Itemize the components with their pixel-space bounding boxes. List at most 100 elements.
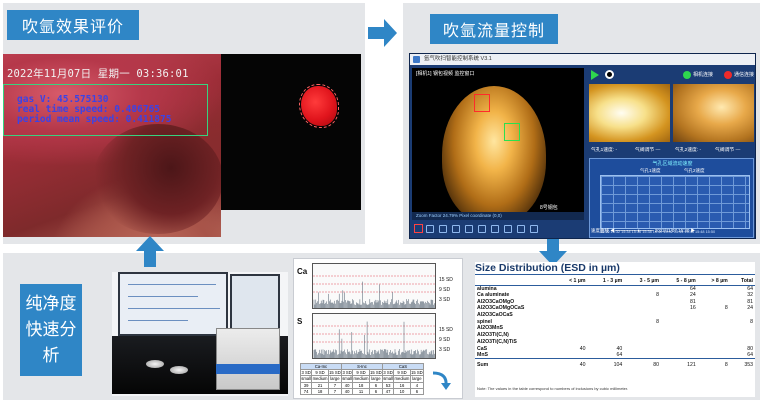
app-icon: [413, 56, 420, 63]
ca-spectrum-plot: [312, 263, 436, 309]
camera-shadow: [93, 124, 221, 234]
spectra-cell: large: [327, 375, 342, 383]
plug2-speed-field: 气孔2速度: -: [675, 148, 702, 153]
size-column-header: 5 - 8 µm: [661, 278, 698, 286]
size-column-header: 3 - 5 µm: [624, 278, 662, 286]
s-spectrum-plot: [312, 313, 436, 359]
inclusion-count-cell: [661, 339, 698, 346]
inclusion-count-cell: [555, 339, 587, 346]
bubble-detection-view: [221, 54, 361, 210]
steel-sample: [170, 366, 188, 374]
table-row: Al2O3MnS: [475, 325, 755, 332]
plug1-region-box: [474, 94, 490, 112]
inclusion-count-cell: 24: [747, 305, 753, 312]
size-column-header: > 8 µm: [697, 278, 730, 286]
table-row: Al2O3CaOMgO 81 81: [475, 298, 755, 305]
camera-status-label: 相机连接: [693, 72, 714, 78]
select-tool-button[interactable]: [530, 225, 538, 233]
valve1-adjust-field[interactable]: 气阀调节 —: [635, 146, 660, 153]
monitor-trace: [128, 308, 220, 309]
spark-spectra-figure: Ca 15 SD 9 SD 3 SD S 15 SD 9 SD 3 SD Ca-…: [293, 258, 463, 399]
monitor-trace: [128, 296, 198, 297]
inclusion-count-cell: [555, 285, 587, 292]
plug2-closeup: [673, 84, 754, 142]
inclusion-count-cell: 8: [656, 318, 660, 325]
video-caption: [相机1] 钢包视频 监控窗口: [416, 71, 475, 77]
zoom-in-button[interactable]: [426, 225, 434, 233]
inclusion-type-cell: alumina: [477, 285, 497, 292]
record-icon[interactable]: [605, 70, 614, 79]
inclusion-count-cell: 8: [656, 292, 660, 299]
table-row: Al2O3Ti(C,N)TiS: [475, 339, 755, 346]
table-row: Al2O3CaOCaS: [475, 312, 755, 319]
fit-view-button[interactable]: [504, 225, 512, 233]
ladle-video-view[interactable]: [相机1] 钢包视频 监控窗口 8号钢包: [412, 68, 584, 218]
inclusion-type-cell: CaS: [477, 345, 488, 352]
spectra-cell: 6: [409, 387, 425, 395]
spectra-cell: 74: [299, 387, 313, 395]
inclusion-count-cell: [587, 332, 624, 339]
inclusion-count-cell: [661, 325, 698, 332]
table-row: Ca aluminate 8 24 32: [475, 292, 755, 299]
table-row: CaS 40 40 80: [475, 345, 755, 352]
inclusion-count-cell: 64: [747, 351, 753, 358]
table-row: alumina 64 64: [475, 285, 755, 292]
s-spectrum-trace: [313, 321, 435, 358]
analysis-monitor: [118, 272, 228, 336]
size-distribution-header-row: < 1 µm 1 - 3 µm 3 - 5 µm 5 - 8 µm > 8 µm Tota…: [475, 278, 755, 286]
spectra-cell: 18: [311, 387, 329, 395]
move-tool-button[interactable]: [517, 225, 525, 233]
sum-cell: 8: [697, 358, 730, 368]
spark-spectrometer: [216, 328, 280, 390]
pan-up-button[interactable]: [478, 225, 486, 233]
inclusion-count-cell: 32: [747, 292, 753, 299]
inclusion-count-cell: [555, 292, 587, 299]
inclusion-count-cell: [587, 325, 624, 332]
inclusion-count-cell: [555, 305, 587, 312]
spectra-cell: 3 SD: [340, 369, 354, 377]
sum-row: Sum 40 104 80 121 8 353: [475, 358, 755, 368]
inclusion-count-cell: [698, 339, 730, 346]
pan-down-button[interactable]: [491, 225, 499, 233]
valve2-adjust-field[interactable]: 气阀调节 —: [715, 146, 740, 153]
sum-cell: 40: [555, 358, 588, 368]
pan-left-button[interactable]: [452, 225, 460, 233]
inclusion-count-cell: [624, 285, 661, 292]
bubble-contour: [299, 84, 339, 128]
spectra-cell: 15 SD: [368, 369, 383, 377]
sum-cell: Sum: [475, 358, 556, 368]
inclusion-count-cell: [661, 312, 698, 319]
inclusion-count-cell: 40: [616, 345, 623, 352]
play-icon[interactable]: [591, 70, 599, 80]
size-distribution-body: alumina 64 64 Ca aluminate 8 24 32 Al2O3CaOMgO 8…: [475, 285, 755, 368]
inclusion-count-cell: [624, 298, 661, 305]
size-distribution-table: < 1 µm 1 - 3 µm 3 - 5 µm 5 - 8 µm > 8 µm Tota…: [475, 278, 755, 368]
table-row: Al2O3Ti(C,N): [475, 332, 755, 339]
ladle-surface: [442, 86, 546, 218]
s-spectrum-label: S: [297, 317, 303, 326]
timeline-slider[interactable]: 速度曲线 ◀━━━━━●━━━ 2022/11/07 15:30 ▶: [587, 226, 755, 236]
steel-sample: [146, 360, 164, 368]
spectra-cell: small: [381, 375, 395, 383]
spectra-cell: small: [299, 375, 313, 383]
inclusion-count-cell: [730, 325, 755, 332]
inclusion-type-cell: Al2O3Ti(C,N)TiS: [477, 338, 517, 345]
inclusion-count-cell: 81: [747, 298, 753, 305]
inclusion-count-cell: [698, 345, 730, 352]
zoom-out-button[interactable]: [439, 225, 447, 233]
pan-right-button[interactable]: [465, 225, 473, 233]
argon-flow-label: 吹氩流量控制: [430, 14, 558, 44]
ca-sd-9: 9 SD: [439, 287, 451, 293]
inclusion-count-cell: [661, 352, 698, 359]
spectra-cell: medium: [311, 375, 329, 383]
spectra-cell: 3 SD: [299, 369, 313, 377]
inclusion-type-cell: Al2O3MnS: [477, 325, 503, 332]
legend-plug1: 气孔1速度: [640, 168, 661, 173]
inclusion-count-cell: [661, 332, 698, 339]
inclusion-type-cell: Ca aluminate: [477, 292, 510, 299]
inclusion-count-cell: [587, 305, 624, 312]
inclusion-count-cell: 16: [690, 305, 696, 312]
spectra-cell: medium: [393, 375, 411, 383]
spectrometer-photo: [112, 272, 288, 396]
inclusion-count-cell: [698, 298, 730, 305]
